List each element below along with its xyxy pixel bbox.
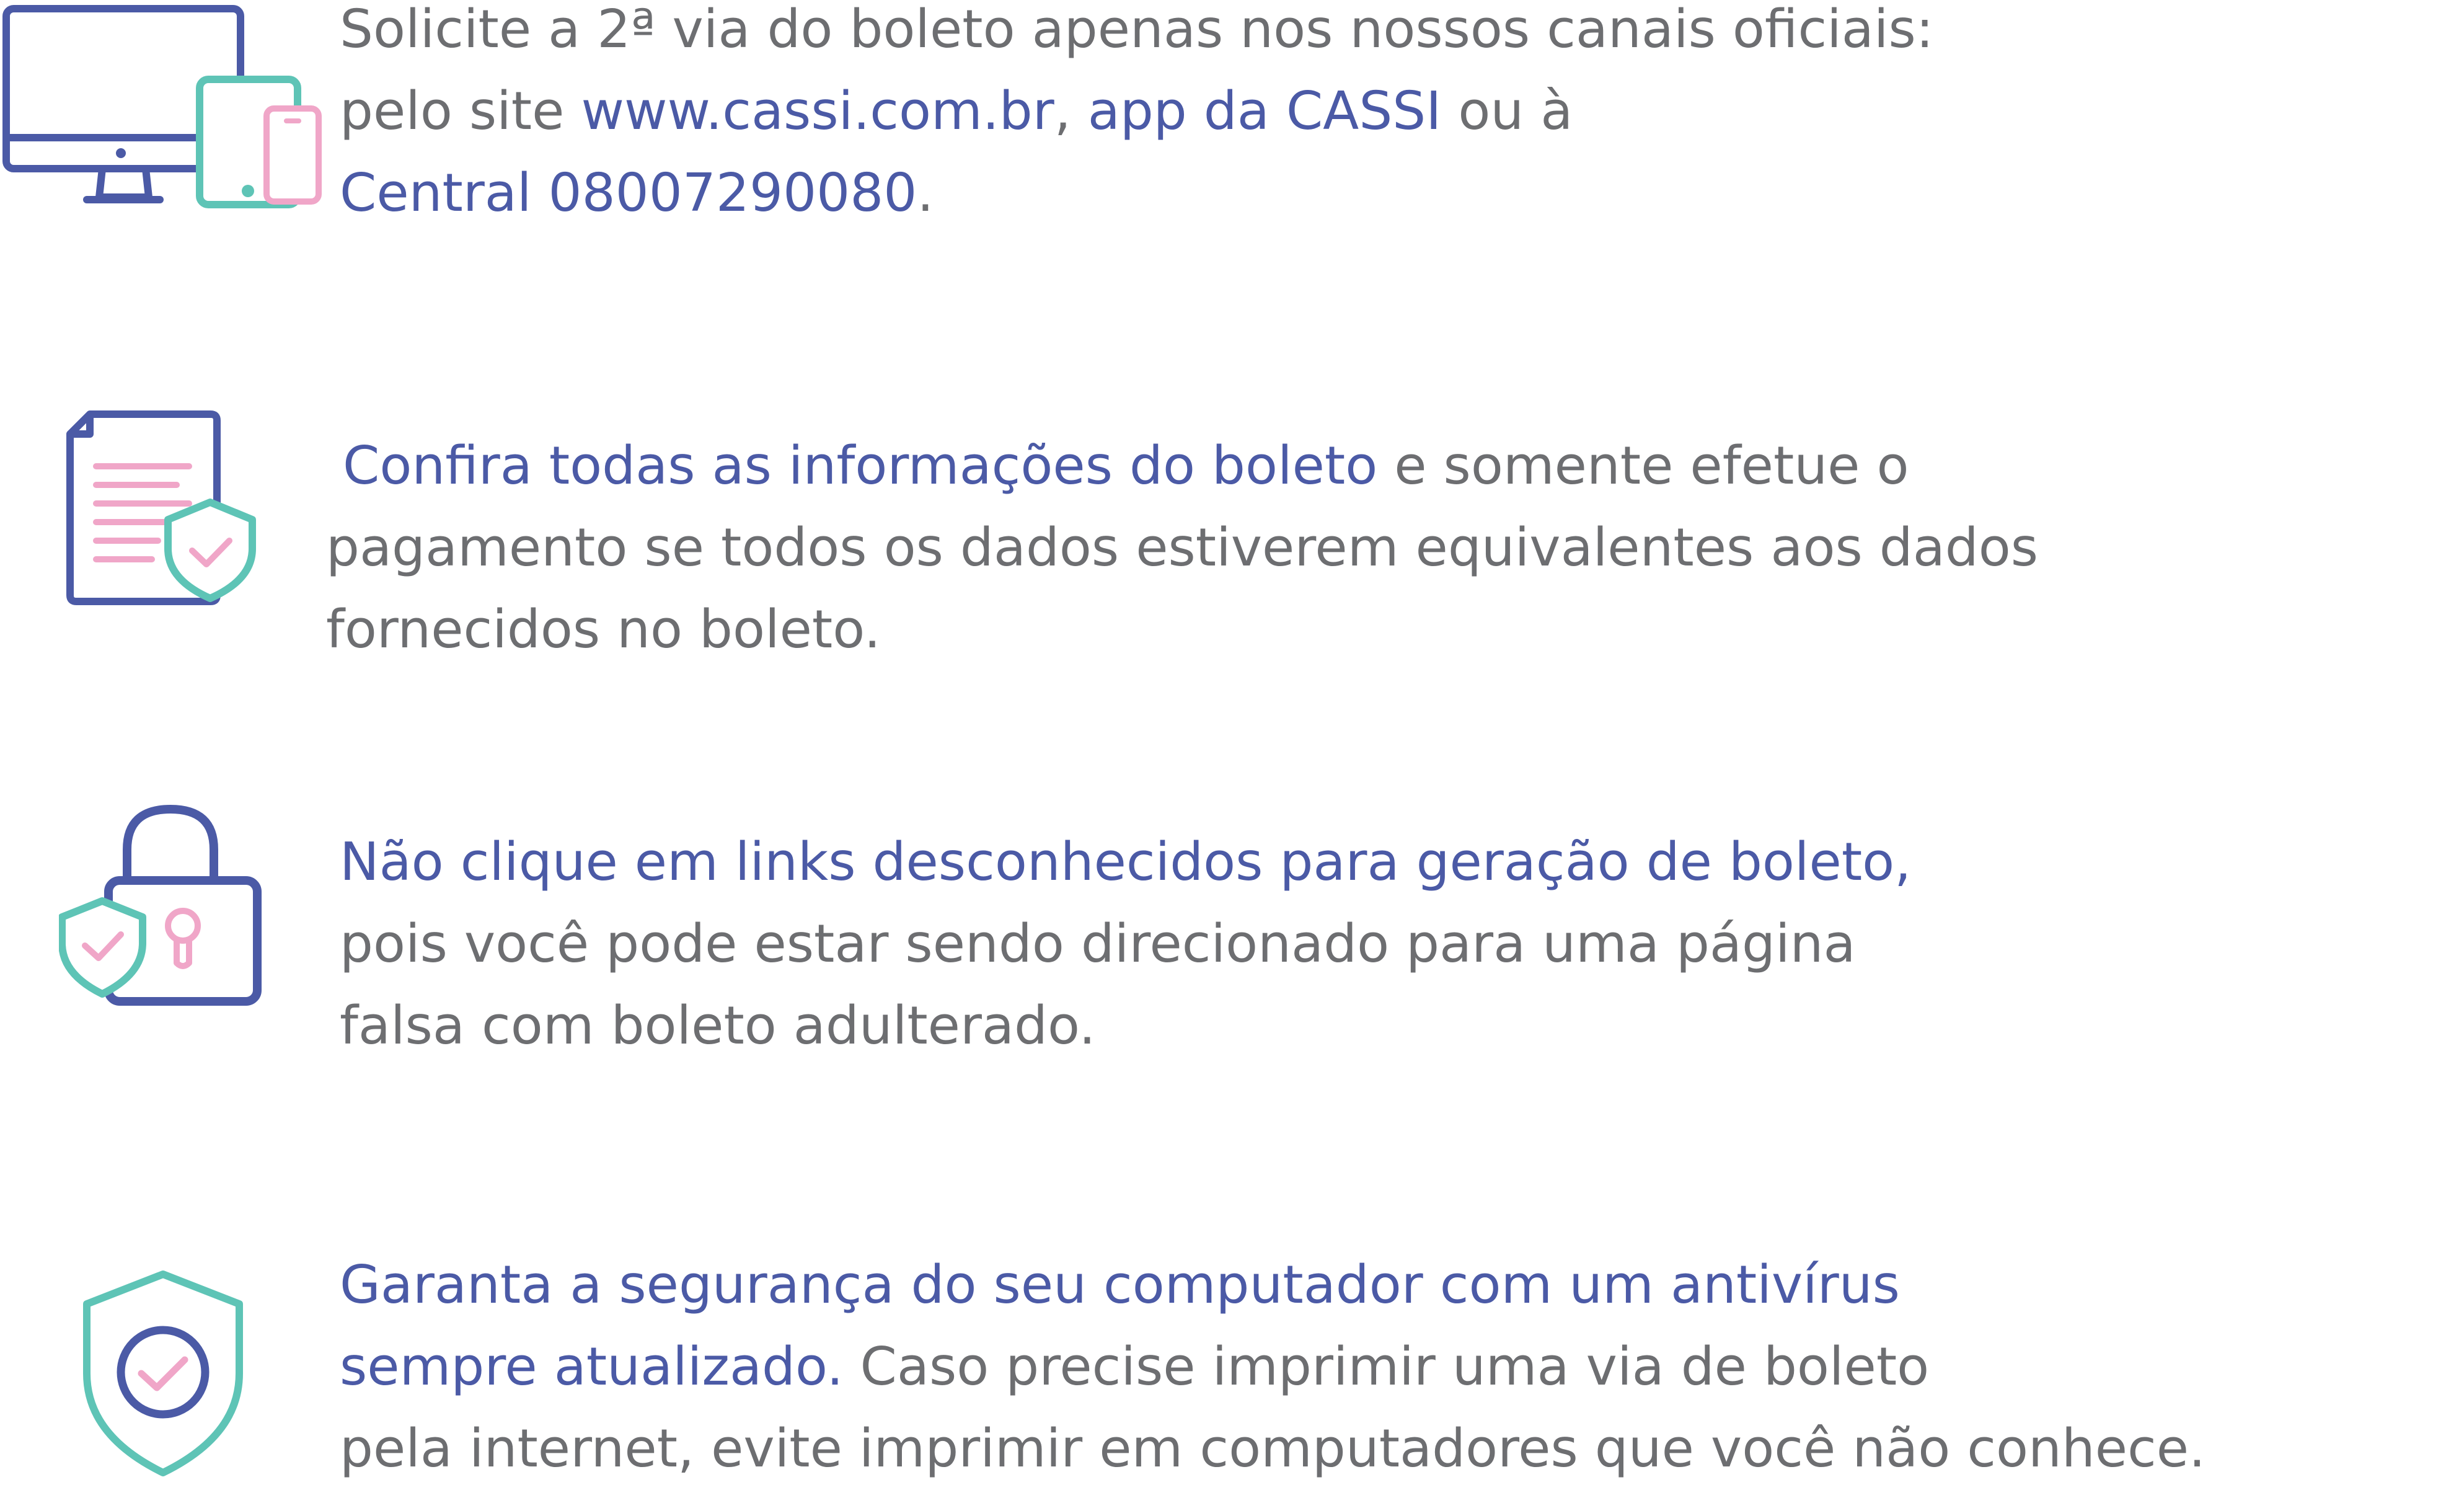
item-1-line1: Solicite a 2ª via do boleto apenas nos n…	[340, 0, 1934, 60]
item-4-text: Garanta a segurança do seu computador co…	[340, 1244, 2206, 1490]
website-link[interactable]: www.cassi.com.br	[581, 81, 1054, 142]
item-2-text: Confira todas as informações do boleto e…	[326, 425, 2038, 671]
padlock-shield-icon	[58, 803, 267, 1011]
item-2-line1-post: e somente efetue o	[1377, 435, 1909, 497]
item-1-line3: Central 08007290080.	[340, 153, 1933, 234]
shield-check-icon	[79, 1268, 247, 1479]
item-2-line1: Confira todas as informações do boleto e…	[326, 425, 2038, 507]
document-shield-icon	[65, 409, 263, 614]
item-3-text: Não clique em links desconhecidos para g…	[340, 822, 1911, 1067]
item-4-line2: sempre atualizado. Caso precise imprimir…	[340, 1326, 2206, 1408]
item-4-line2-highlight: sempre atualizado.	[340, 1336, 844, 1398]
central-phone-link[interactable]: Central 08007290080	[340, 162, 917, 224]
item-3-line1: Não clique em links desconhecidos para g…	[340, 831, 1912, 893]
item-3-line2: pois você pode estar sendo direcionado p…	[340, 913, 1856, 975]
item-2-line2: pagamento se todos os dados estiverem eq…	[326, 517, 2039, 579]
item-4-line3: pela internet, evite imprimir em computa…	[340, 1418, 2206, 1479]
item-1-text: Solicite a 2ª via do boleto apenas nos n…	[340, 0, 1933, 234]
devices-icon	[0, 0, 329, 211]
item-3-line3: falsa com boleto adulterado.	[340, 995, 1096, 1057]
item-4-line1: Garanta a segurança do seu computador co…	[340, 1254, 1900, 1316]
item-1-line2: pelo site www.cassi.com.br, app da CASSI…	[340, 71, 1933, 153]
item-1-line2-pre: pelo site	[340, 81, 581, 142]
item-4-line2-post: Caso precise imprimir uma via de boleto	[843, 1336, 1930, 1398]
item-2-highlight: Confira todas as informações do boleto	[343, 435, 1378, 497]
item-2-line3: fornecidos no boleto.	[326, 599, 881, 660]
item-1-line2-post: ou à	[1441, 81, 1573, 142]
item-1-line2-sep: ,	[1054, 81, 1088, 142]
app-link[interactable]: app da CASSI	[1088, 81, 1442, 142]
item-1-line3-post: .	[917, 162, 934, 224]
